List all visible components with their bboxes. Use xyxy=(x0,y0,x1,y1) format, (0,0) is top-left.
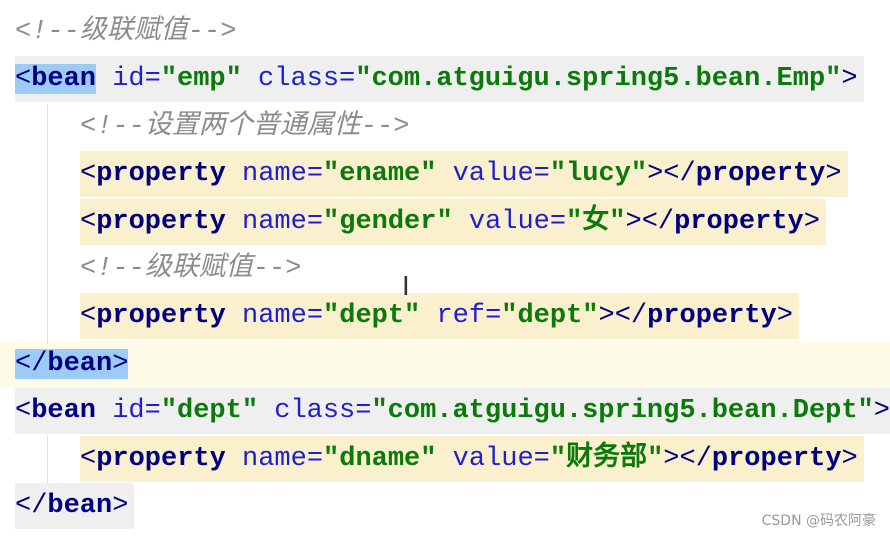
code-line[interactable]: <property name="dept" ref="dept"></prope… xyxy=(0,293,890,340)
code-line[interactable]: <!--设置两个普通属性--> xyxy=(0,104,890,151)
code-line[interactable]: <bean id="dept" class="com.atguigu.sprin… xyxy=(0,388,890,435)
code-line[interactable]: <!--级联赋值--> xyxy=(0,246,890,293)
token-matchp: </ xyxy=(15,348,48,379)
token-attr: value= xyxy=(452,206,567,237)
code-line-content: <property name="dept" ref="dept"></prope… xyxy=(80,293,799,340)
token-punct: ></ xyxy=(647,159,696,190)
token-attr: ref= xyxy=(420,301,502,332)
token-comment: <!--级联赋值--> xyxy=(80,253,302,284)
code-line-content: <property name="dname" value="财务部"></pro… xyxy=(80,435,864,482)
code-line-content: <property name="gender" value="女"></prop… xyxy=(80,198,826,245)
token-attr: class= xyxy=(258,396,372,427)
code-editor[interactable]: <!--级联赋值--> <bean id="emp" class="com.atg… xyxy=(0,9,890,530)
code-line[interactable]: <!--级联赋值--> xyxy=(0,9,890,56)
token-comment: <!--级联赋值--> xyxy=(15,17,237,47)
token-tag: property xyxy=(96,301,226,332)
token-punct: > xyxy=(112,490,129,521)
code-line-content: <!--级联赋值--> xyxy=(80,246,307,292)
token-val: "com.atguigu.spring5.bean.Emp" xyxy=(355,64,842,95)
token-val: "女" xyxy=(566,206,626,237)
token-tag: bean xyxy=(47,490,113,521)
token-punct: ></ xyxy=(663,443,712,474)
token-attr: class= xyxy=(241,64,356,95)
token-punct: < xyxy=(80,443,97,474)
code-line[interactable]: <property name="gender" value="女"></prop… xyxy=(0,198,890,246)
code-line-content: </bean> xyxy=(15,482,135,529)
indent-guide xyxy=(47,435,48,483)
token-punct: > xyxy=(841,443,858,474)
token-punct: > xyxy=(803,206,820,237)
code-line-content: <bean id="emp" class="com.atguigu.spring… xyxy=(15,56,864,103)
token-match: bean xyxy=(47,348,113,379)
token-tag: property xyxy=(96,159,226,190)
token-val: "dname" xyxy=(323,443,437,474)
token-attr: name= xyxy=(225,206,324,237)
token-val: "dept" xyxy=(323,301,421,332)
code-line[interactable]: </bean> xyxy=(0,482,890,530)
token-tag: bean xyxy=(31,396,97,427)
code-line[interactable]: </bean> xyxy=(0,340,890,389)
watermark: CSDN @码农阿豪 xyxy=(761,513,876,529)
token-tag: property xyxy=(695,159,826,190)
token-tag: property xyxy=(96,206,226,237)
token-punct: < xyxy=(80,159,97,190)
token-val: "com.atguigu.spring5.bean.Dept" xyxy=(371,396,874,427)
token-comment: <!--设置两个普通属性--> xyxy=(80,111,410,142)
code-line[interactable]: <property name="ename" value="lucy"></pr… xyxy=(0,151,890,198)
token-val: "dept" xyxy=(501,301,599,332)
token-tag: property xyxy=(647,301,777,332)
token-attr: name= xyxy=(225,443,324,474)
token-val: "gender" xyxy=(323,206,453,237)
token-tag: property xyxy=(96,443,226,474)
token-matchp: < xyxy=(15,64,32,95)
token-attr: id= xyxy=(96,396,161,427)
token-tag: property xyxy=(711,443,842,474)
code-line[interactable]: <property name="dname" value="财务部"></pro… xyxy=(0,435,890,483)
code-line-content: <property name="ename" value="lucy"></pr… xyxy=(80,151,848,198)
token-matchp: > xyxy=(112,348,129,379)
code-line-content: </bean> xyxy=(15,341,134,387)
token-attr: value= xyxy=(436,159,550,190)
token-punct: < xyxy=(80,301,97,332)
code-line-content: <!--级联赋值--> xyxy=(15,9,242,55)
token-match: bean xyxy=(31,64,97,95)
token-val: "dept" xyxy=(160,396,259,427)
token-punct: > xyxy=(873,396,890,427)
indent-guide xyxy=(47,104,48,344)
text-cursor-icon: I xyxy=(402,272,410,302)
token-punct: < xyxy=(15,396,32,427)
code-line-content: <!--设置两个普通属性--> xyxy=(80,104,415,150)
token-punct: > xyxy=(825,159,842,190)
token-punct: ></ xyxy=(625,206,675,237)
token-val: "lucy" xyxy=(549,159,648,190)
token-punct: </ xyxy=(15,490,48,521)
token-val: "ename" xyxy=(323,159,437,190)
token-attr: name= xyxy=(225,159,324,190)
token-punct: > xyxy=(776,301,793,332)
token-tag: property xyxy=(674,206,804,237)
code-line-content: <bean id="dept" class="com.atguigu.sprin… xyxy=(15,388,890,435)
token-punct: < xyxy=(80,206,97,237)
token-val: "emp" xyxy=(160,64,242,95)
token-punct: ></ xyxy=(598,301,648,332)
token-attr: id= xyxy=(96,64,161,95)
token-attr: value= xyxy=(436,443,550,474)
token-attr: name= xyxy=(225,301,324,332)
token-val: "财务部" xyxy=(549,443,664,474)
code-line[interactable]: <bean id="emp" class="com.atguigu.spring… xyxy=(0,56,890,103)
token-punct: > xyxy=(841,64,858,95)
